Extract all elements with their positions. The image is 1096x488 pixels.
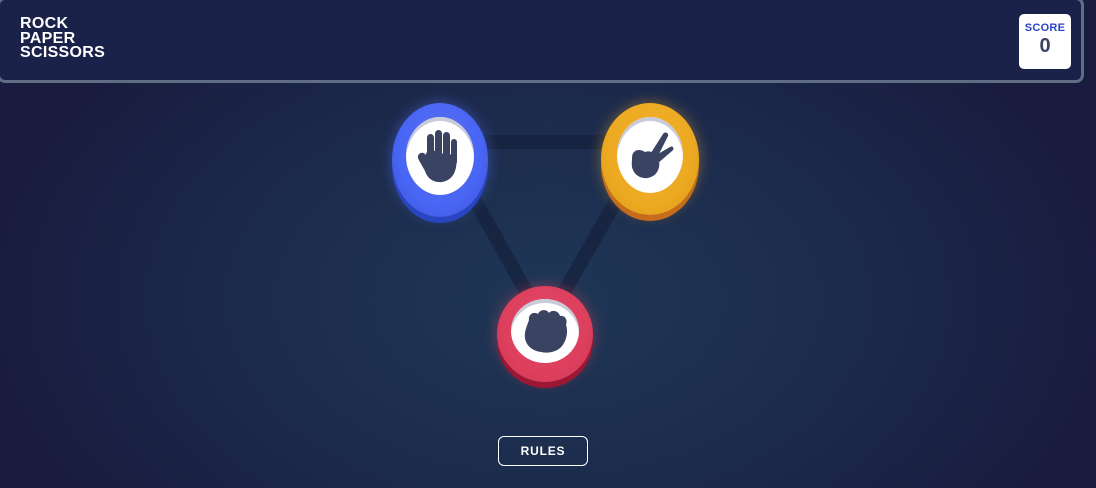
- paper-choice-button[interactable]: [392, 103, 488, 217]
- scissors-choice-inner: [617, 117, 683, 193]
- rock-choice-inner: [511, 299, 579, 363]
- paper-hand-icon: [417, 130, 457, 183]
- scissors-choice-button[interactable]: [601, 103, 699, 215]
- rock-fist-icon: [524, 310, 568, 353]
- paper-choice-inner: [406, 117, 474, 195]
- scissors-hand-icon: [631, 132, 674, 179]
- rock-choice-button[interactable]: [497, 286, 593, 382]
- rules-button[interactable]: RULES: [498, 436, 588, 466]
- triangle-background: [435, 135, 657, 332]
